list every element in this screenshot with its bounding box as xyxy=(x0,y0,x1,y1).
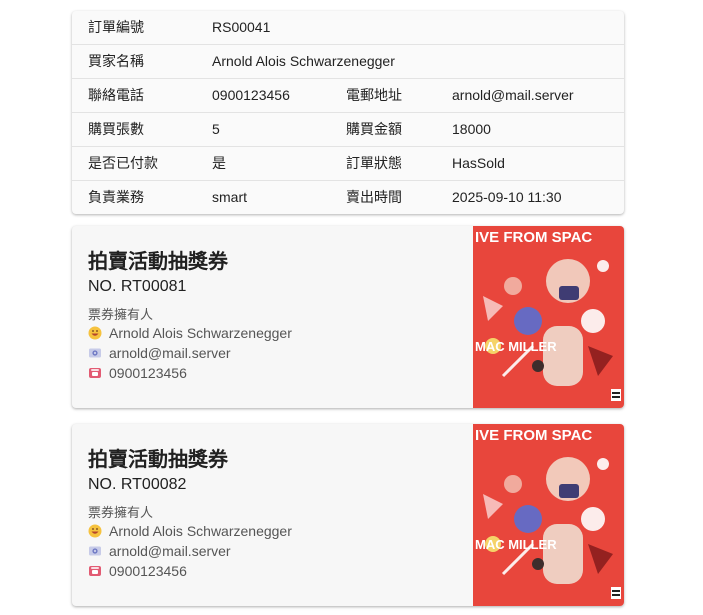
order-row-buyer-name: 買家名稱 Arnold Alois Schwarzenegger xyxy=(72,45,624,79)
ticket-card: 拍賣活動抽獎券 NO. RT00082 票券擁有人 Arnold Alois S… xyxy=(72,424,624,606)
ticket-card: 拍賣活動抽獎券 NO. RT00081 票券擁有人 Arnold Alois S… xyxy=(72,226,624,408)
ticket-owner-name: Arnold Alois Schwarzenegger xyxy=(88,324,292,342)
envelope-icon xyxy=(89,546,101,556)
value-order-status: HasSold xyxy=(452,155,505,171)
album-art-artist: MAC MILLER xyxy=(475,339,557,354)
ticket-title: 拍賣活動抽獎券 xyxy=(88,449,228,471)
label-paid: 是否已付款 xyxy=(88,155,158,171)
album-art-text: IVE FROM SPAC xyxy=(475,427,592,444)
ticket-number: NO. RT00081 xyxy=(88,278,187,295)
order-row-quantity: 購買張數 5 購買金額 18000 xyxy=(72,113,624,147)
label-order-number: 訂單編號 xyxy=(88,19,144,35)
order-row-sales: 負責業務 smart 賣出時間 2025-09-10 11:30 xyxy=(72,181,624,214)
ticket-owner-phone: 0900123456 xyxy=(88,364,187,382)
order-info-card: 訂單編號 RS00041 買家名稱 Arnold Alois Schwarzen… xyxy=(72,11,624,214)
label-amount: 購買金額 xyxy=(346,121,402,137)
ticket-owner-phone-text: 0900123456 xyxy=(109,563,187,579)
value-email: arnold@mail.server xyxy=(452,87,574,103)
ticket-owner-name: Arnold Alois Schwarzenegger xyxy=(88,522,292,540)
ticket-owner-label: 票券擁有人 xyxy=(88,505,154,520)
ticket-title: 拍賣活動抽獎券 xyxy=(88,251,228,273)
smiley-icon xyxy=(88,524,102,538)
order-row-contact: 聯絡電話 0900123456 電郵地址 arnold@mail.server xyxy=(72,79,624,113)
label-order-status: 訂單狀態 xyxy=(346,155,402,171)
ticket-owner-email-text: arnold@mail.server xyxy=(109,543,231,559)
value-salesperson: smart xyxy=(212,189,247,205)
order-row-payment: 是否已付款 是 訂單狀態 HasSold xyxy=(72,147,624,181)
envelope-icon xyxy=(89,348,101,358)
value-phone: 0900123456 xyxy=(212,87,290,103)
ticket-owner-email: arnold@mail.server xyxy=(88,542,231,560)
ticket-owner-phone-text: 0900123456 xyxy=(109,365,187,381)
label-buyer-name: 買家名稱 xyxy=(88,53,144,69)
value-paid: 是 xyxy=(212,155,226,171)
value-quantity: 5 xyxy=(212,121,220,137)
album-art-image: IVE FROM SPAC MAC MILLER xyxy=(473,226,624,408)
smiley-icon xyxy=(88,326,102,340)
value-amount: 18000 xyxy=(452,121,491,137)
ticket-number: NO. RT00082 xyxy=(88,476,187,493)
ticket-owner-name-text: Arnold Alois Schwarzenegger xyxy=(109,523,292,539)
value-buyer-name: Arnold Alois Schwarzenegger xyxy=(212,53,395,69)
label-sold-time: 賣出時間 xyxy=(346,189,402,205)
album-art-text: IVE FROM SPAC xyxy=(475,229,592,246)
telephone-icon xyxy=(89,566,101,576)
label-phone: 聯絡電話 xyxy=(88,87,144,103)
album-art-artist: MAC MILLER xyxy=(475,537,557,552)
order-row-order-number: 訂單編號 RS00041 xyxy=(72,11,624,45)
album-art-image: IVE FROM SPAC MAC MILLER xyxy=(473,424,624,606)
label-email: 電郵地址 xyxy=(346,87,402,103)
ticket-owner-email-text: arnold@mail.server xyxy=(109,345,231,361)
label-quantity: 購買張數 xyxy=(88,121,144,137)
ticket-owner-label: 票券擁有人 xyxy=(88,307,154,322)
value-sold-time: 2025-09-10 11:30 xyxy=(452,189,562,205)
ticket-owner-phone: 0900123456 xyxy=(88,562,187,580)
telephone-icon xyxy=(89,368,101,378)
label-salesperson: 負責業務 xyxy=(88,189,144,205)
ticket-owner-email: arnold@mail.server xyxy=(88,344,231,362)
value-order-number: RS00041 xyxy=(212,19,271,35)
ticket-owner-name-text: Arnold Alois Schwarzenegger xyxy=(109,325,292,341)
